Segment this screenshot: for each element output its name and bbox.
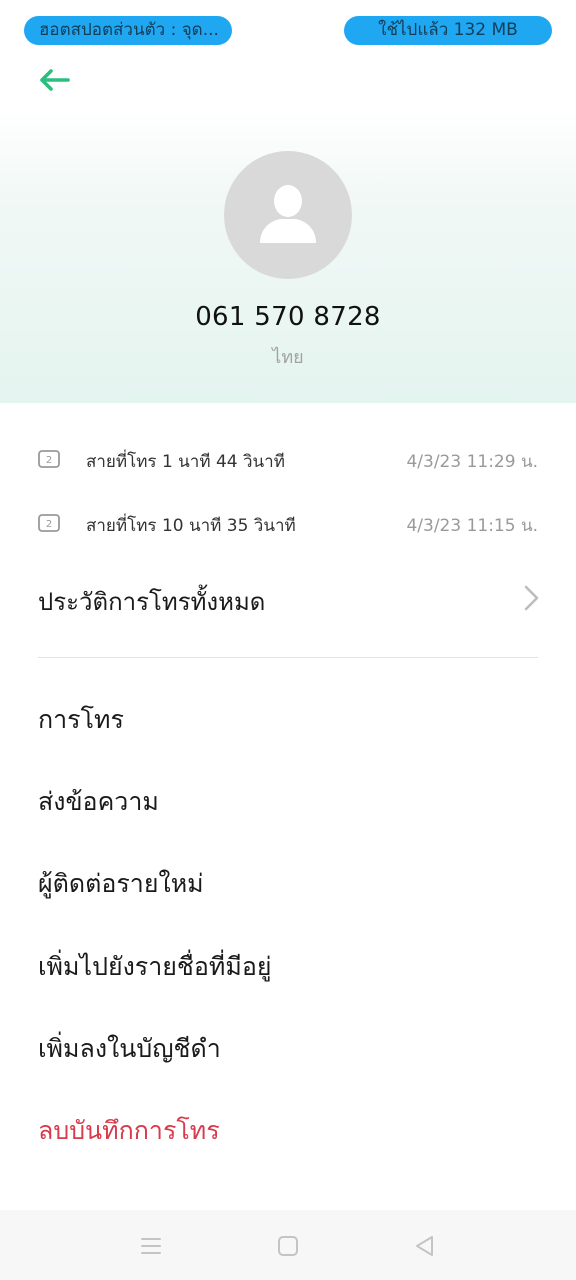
call-duration: สายที่โทร 1 นาที 44 วินาที (86, 452, 285, 472)
chevron-right-icon (524, 585, 539, 611)
add-to-blacklist-action[interactable]: เพิ่มลงในบัญชีดำ (38, 1027, 221, 1071)
person-icon (260, 185, 316, 243)
all-call-history-label: ประวัติการโทรทั้งหมด (38, 588, 266, 616)
back-button[interactable] (36, 62, 76, 98)
call-log-entry: 2 สายที่โทร 1 นาที 44 วินาที 4/3/23 11:2… (0, 440, 576, 480)
phone-number: 061 570 8728 (195, 302, 381, 332)
all-call-history-row[interactable]: ประวัติการโทรทั้งหมด (0, 572, 576, 624)
contact-avatar (224, 151, 352, 279)
nav-menu-button[interactable] (137, 1232, 165, 1260)
call-datetime: 4/3/23 11:15 น. (406, 516, 538, 536)
sim2-icon: 2 (38, 450, 60, 468)
divider (38, 657, 538, 658)
add-to-existing-contact-action[interactable]: เพิ่มไปยังรายชื่อที่มีอยู่ (38, 945, 272, 989)
back-triangle-icon (416, 1236, 433, 1256)
new-contact-action[interactable]: ผู้ติดต่อรายใหม่ (38, 862, 204, 906)
data-usage-pill[interactable]: ใช้ไปแล้ว 132 MB (344, 16, 552, 45)
home-icon (278, 1236, 298, 1256)
svg-text:2: 2 (46, 455, 52, 466)
navigation-bar (0, 1210, 576, 1280)
nav-home-button[interactable] (274, 1232, 302, 1260)
svg-text:2: 2 (46, 519, 52, 530)
delete-call-log-action[interactable]: ลบบันทึกการโทร (38, 1109, 220, 1153)
region-label: ไทย (272, 347, 304, 368)
arrow-left-icon (40, 69, 70, 91)
call-log-entry: 2 สายที่โทร 10 นาที 35 วินาที 4/3/23 11:… (0, 504, 576, 544)
sim2-icon: 2 (38, 514, 60, 532)
call-duration: สายที่โทร 10 นาที 35 วินาที (86, 516, 296, 536)
send-message-action[interactable]: ส่งข้อความ (38, 780, 159, 824)
call-datetime: 4/3/23 11:29 น. (406, 452, 538, 472)
menu-icon (141, 1238, 161, 1254)
nav-back-button[interactable] (411, 1232, 439, 1260)
hotspot-status-pill[interactable]: ฮอตสปอตส่วนตัว : จุด... (24, 16, 232, 45)
call-action[interactable]: การโทร (38, 698, 124, 742)
call-detail-screen: ฮอตสปอตส่วนตัว : จุด... ใช้ไปแล้ว 132 MB… (0, 0, 576, 1280)
